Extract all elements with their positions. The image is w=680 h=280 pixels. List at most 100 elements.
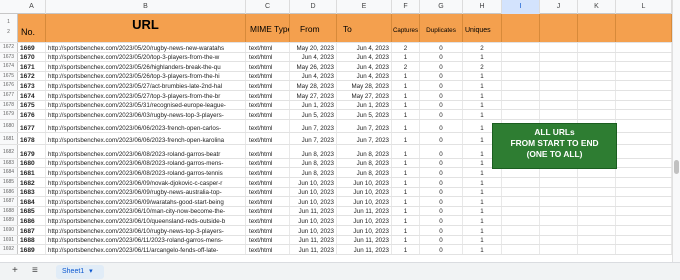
cell-url[interactable]: http://sportsbenchex.com/2023/05/27/top-… <box>46 91 246 100</box>
empty-cell[interactable] <box>540 245 578 254</box>
empty-cell[interactable] <box>540 178 578 187</box>
cell-from[interactable]: May 20, 2023 <box>290 43 337 52</box>
cell-captures[interactable]: 1 <box>392 158 420 168</box>
column-header-k[interactable]: K <box>578 0 616 14</box>
cell-uniques[interactable]: 1 <box>463 91 502 100</box>
empty-cell[interactable] <box>578 197 616 206</box>
empty-cell[interactable] <box>540 206 578 216</box>
cell-captures[interactable]: 1 <box>392 178 420 187</box>
cell-no[interactable]: 1670 <box>18 52 46 62</box>
empty-cell[interactable] <box>616 91 672 100</box>
empty-cell[interactable] <box>540 71 578 81</box>
row-number[interactable]: 1690 <box>0 226 18 235</box>
cell-from[interactable]: Jun 4, 2023 <box>290 71 337 81</box>
column-header-c[interactable]: C <box>246 0 290 14</box>
cell-url[interactable]: http://sportsbenchex.com/2023/06/10/rugb… <box>46 226 246 235</box>
cell-duplicates[interactable]: 0 <box>420 216 463 225</box>
note-box[interactable]: ALL URLs FROM START TO END (ONE TO ALL) <box>492 123 617 169</box>
cell-from[interactable]: Jun 8, 2023 <box>290 168 337 177</box>
cell-url[interactable]: http://sportsbenchex.com/2023/06/08/2023… <box>46 168 246 177</box>
cell-captures[interactable]: 1 <box>392 91 420 100</box>
cell-to[interactable]: Jun 8, 2023 <box>337 144 392 158</box>
cell-from[interactable]: Jun 5, 2023 <box>290 110 337 119</box>
cell-no[interactable]: 1673 <box>18 81 46 90</box>
cell-mime[interactable]: text/html <box>246 100 290 110</box>
cell-mime[interactable]: text/html <box>246 62 290 71</box>
cell-url[interactable]: http://sportsbenchex.com/2023/06/09/nova… <box>46 178 246 187</box>
column-header-j[interactable]: J <box>540 0 578 14</box>
spreadsheet-grid[interactable]: ABCDEFGHIJKL 1 2 No. URL MIME Type From To Cap… <box>0 0 672 262</box>
row-number[interactable]: 1673 <box>0 52 18 62</box>
column-header-a[interactable]: A <box>18 0 46 14</box>
header-empty-cell[interactable] <box>502 14 540 42</box>
cell-duplicates[interactable]: 0 <box>420 132 463 144</box>
empty-cell[interactable] <box>616 216 672 225</box>
cell-to[interactable]: Jun 7, 2023 <box>337 119 392 132</box>
cell-duplicates[interactable]: 0 <box>420 197 463 206</box>
cell-mime[interactable]: text/html <box>246 43 290 52</box>
vertical-scrollbar[interactable] <box>672 0 680 262</box>
cell-uniques[interactable]: 1 <box>463 81 502 90</box>
cell-captures[interactable]: 1 <box>392 132 420 144</box>
header-empty-cell[interactable] <box>578 14 616 42</box>
empty-cell[interactable] <box>502 110 540 119</box>
empty-cell[interactable] <box>502 100 540 110</box>
cell-url[interactable]: http://sportsbenchex.com/2023/05/20/top-… <box>46 52 246 62</box>
header-uniques[interactable]: Uniques <box>463 14 502 42</box>
cell-to[interactable]: Jun 10, 2023 <box>337 226 392 235</box>
column-header-e[interactable]: E <box>337 0 392 14</box>
row-number[interactable]: 1684 <box>0 168 18 177</box>
row-number[interactable]: 1687 <box>0 197 18 206</box>
row-number[interactable]: 1672 <box>0 43 18 52</box>
empty-cell[interactable] <box>540 52 578 62</box>
empty-cell[interactable] <box>540 81 578 90</box>
cell-url[interactable]: http://sportsbenchex.com/2023/06/08/2023… <box>46 158 246 168</box>
row-number[interactable]: 1680 <box>0 119 18 132</box>
cell-captures[interactable]: 1 <box>392 110 420 119</box>
header-empty-cell[interactable] <box>616 14 672 42</box>
cell-duplicates[interactable]: 0 <box>420 168 463 177</box>
cell-uniques[interactable]: 1 <box>463 216 502 225</box>
cell-no[interactable]: 1689 <box>18 245 46 254</box>
empty-cell[interactable] <box>502 226 540 235</box>
empty-cell[interactable] <box>540 100 578 110</box>
cell-no[interactable]: 1669 <box>18 43 46 52</box>
cell-captures[interactable]: 1 <box>392 226 420 235</box>
cell-captures[interactable]: 2 <box>392 62 420 71</box>
cell-to[interactable]: Jun 11, 2023 <box>337 245 392 254</box>
cell-from[interactable]: Jun 11, 2023 <box>290 235 337 245</box>
cell-to[interactable]: Jun 11, 2023 <box>337 206 392 216</box>
row-number[interactable]: 1 2 <box>0 14 18 42</box>
cell-url[interactable]: http://sportsbenchex.com/2023/06/08/2023… <box>46 144 246 158</box>
cell-uniques[interactable]: 1 <box>463 235 502 245</box>
header-to[interactable]: To <box>337 14 392 42</box>
empty-cell[interactable] <box>616 226 672 235</box>
cell-duplicates[interactable]: 0 <box>420 206 463 216</box>
row-number[interactable]: 1686 <box>0 187 18 197</box>
empty-cell[interactable] <box>502 187 540 197</box>
cell-from[interactable]: Jun 8, 2023 <box>290 158 337 168</box>
cell-from[interactable]: May 26, 2023 <box>290 62 337 71</box>
cell-no[interactable]: 1688 <box>18 235 46 245</box>
cell-to[interactable]: Jun 8, 2023 <box>337 168 392 177</box>
empty-cell[interactable] <box>616 178 672 187</box>
empty-cell[interactable] <box>540 187 578 197</box>
column-header-b[interactable]: B <box>46 0 246 14</box>
cell-mime[interactable]: text/html <box>246 132 290 144</box>
cell-url[interactable]: http://sportsbenchex.com/2023/06/06/2023… <box>46 132 246 144</box>
empty-cell[interactable] <box>616 187 672 197</box>
empty-cell[interactable] <box>578 245 616 254</box>
cell-to[interactable]: May 27, 2023 <box>337 91 392 100</box>
cell-url[interactable]: http://sportsbenchex.com/2023/05/31/reco… <box>46 100 246 110</box>
row-number[interactable]: 1679 <box>0 110 18 119</box>
row-number[interactable]: 1689 <box>0 216 18 225</box>
cell-duplicates[interactable]: 0 <box>420 91 463 100</box>
cell-from[interactable]: Jun 7, 2023 <box>290 132 337 144</box>
cell-no[interactable]: 1678 <box>18 132 46 144</box>
empty-cell[interactable] <box>616 197 672 206</box>
empty-cell[interactable] <box>578 216 616 225</box>
cell-captures[interactable]: 1 <box>392 187 420 197</box>
row-number[interactable]: 1685 <box>0 178 18 187</box>
empty-cell[interactable] <box>540 235 578 245</box>
empty-cell[interactable] <box>616 168 672 177</box>
